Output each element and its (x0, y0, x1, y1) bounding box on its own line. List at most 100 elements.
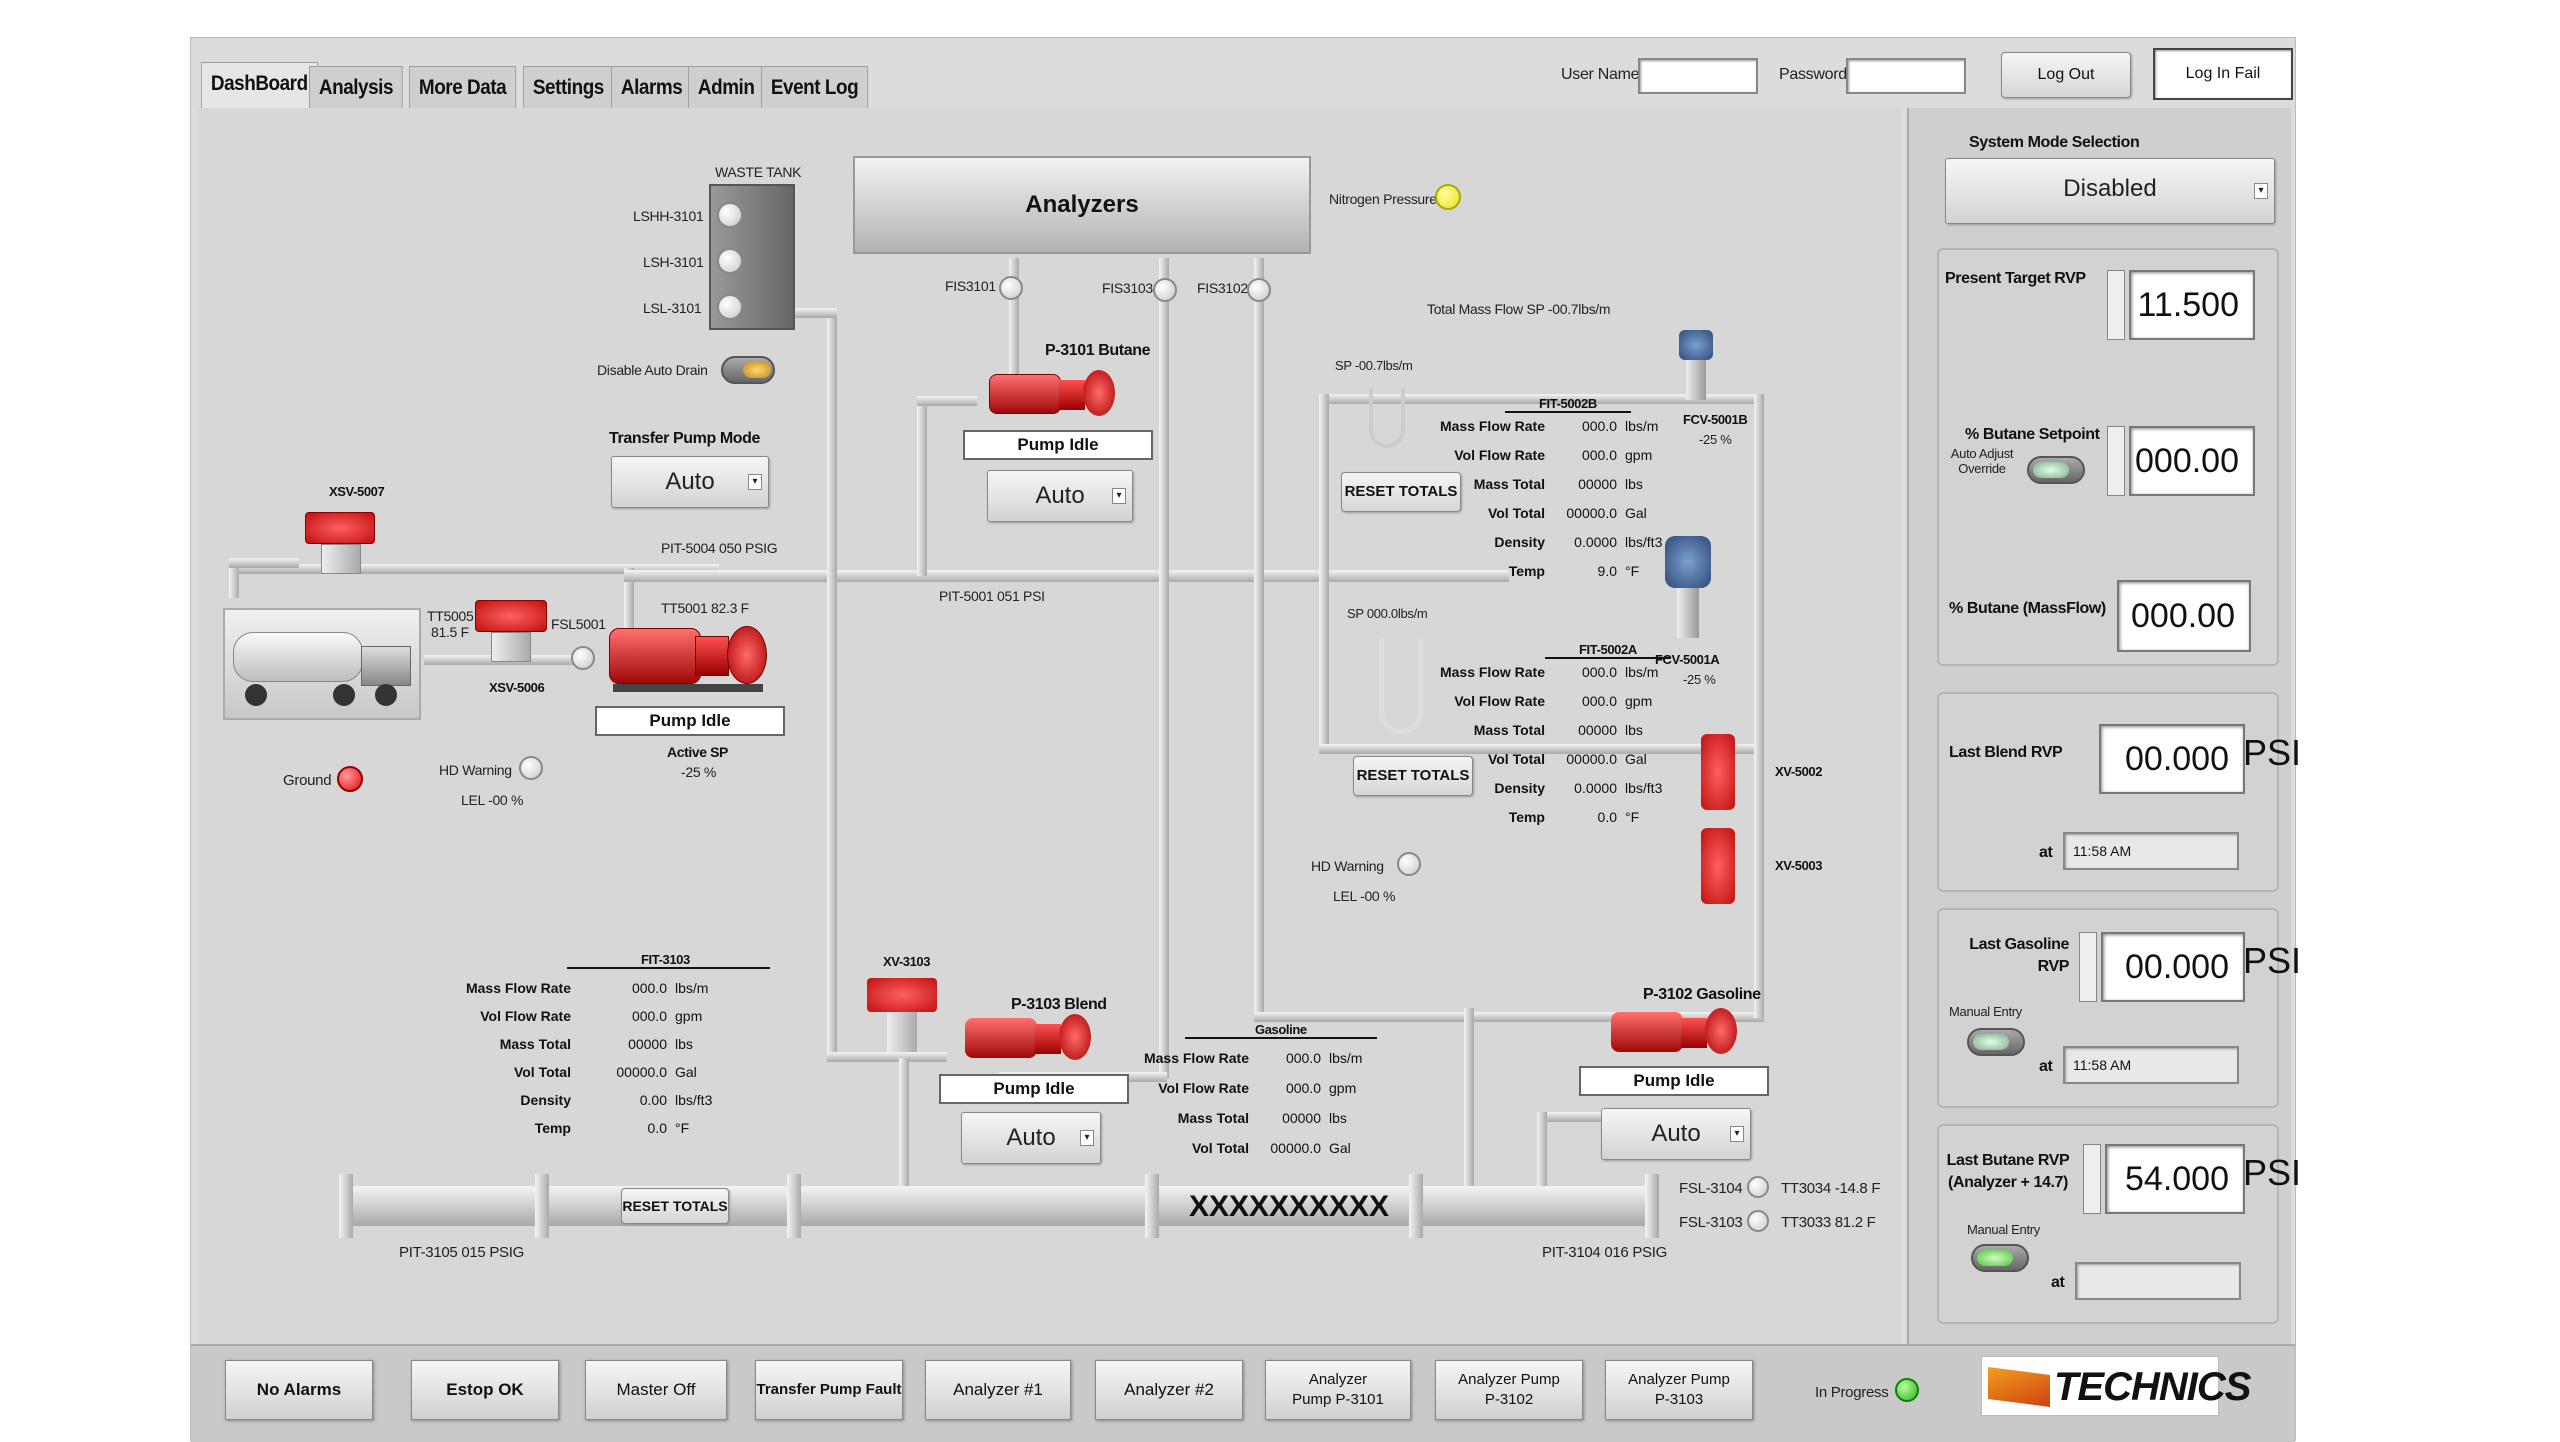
row-value: 000.0 (1581, 664, 1617, 680)
gas-manual-entry-toggle[interactable] (1967, 1028, 2025, 1056)
technics-logo-icon (1988, 1367, 2050, 1407)
tab-alarms[interactable]: Alarms (611, 66, 693, 108)
process-canvas: XXXXXXXXXX RESET TOTALS PIT-3105 015 PSI… (199, 108, 1901, 1344)
system-mode-select[interactable]: Disabled ▾ (1945, 158, 2275, 224)
fcv5001a-label: FCV-5001A (1655, 652, 1720, 667)
xv3103-valve-icon (887, 1012, 917, 1052)
lel-label: LEL -00 % (461, 792, 524, 808)
butane-setpoint-stepper[interactable] (2107, 426, 2125, 496)
row-label: Vol Flow Rate (1454, 447, 1545, 463)
header-flange-1 (339, 1174, 353, 1238)
butane-setpoint-input[interactable]: 000.00 (2129, 426, 2255, 496)
password-input[interactable] (1846, 58, 1966, 94)
no-alarms-button[interactable]: No Alarms (225, 1360, 373, 1420)
row-value: 000.0 (1581, 693, 1617, 709)
target-rvp-stepper[interactable] (2107, 270, 2125, 340)
row-value: 000.0 (631, 980, 667, 996)
pipe-fit-right (1754, 394, 1764, 774)
chevron-down-icon: ▾ (1730, 1126, 1744, 1142)
pipe-waste-down (827, 308, 837, 1058)
p3102-pump-icon[interactable] (1611, 1002, 1741, 1060)
row-value: 00000.0 (1270, 1140, 1321, 1156)
fcv5001a-actuator-icon[interactable] (1665, 536, 1711, 588)
fit5002b-meter-icon (1369, 388, 1405, 448)
last-blend-at-label: at (2039, 844, 2053, 861)
p3103-pump-icon[interactable] (965, 1008, 1095, 1066)
last-blend-label: Last Blend RVP (1949, 744, 2063, 761)
analyzer-2-button[interactable]: Analyzer #2 (1095, 1360, 1243, 1420)
tt5001-label: TT5001 82.3 F (661, 600, 749, 616)
last-gasoline-stepper[interactable] (2079, 932, 2097, 1002)
transfer-pump-icon[interactable] (609, 618, 769, 694)
tt3033-label: TT3033 81.2 F (1781, 1214, 1876, 1231)
last-butane-stepper[interactable] (2083, 1144, 2101, 1214)
fcv5001b-actuator-icon[interactable] (1679, 330, 1713, 360)
transfer-pump-fault-button[interactable]: Transfer Pump Fault (755, 1360, 903, 1420)
xv5003-actuator-icon[interactable] (1701, 828, 1735, 904)
transfer-mode-select[interactable]: Auto ▾ (611, 456, 769, 508)
table-row: Mass Total 00000 lbs (461, 1036, 693, 1052)
last-butane-input[interactable]: 54.000 (2105, 1144, 2245, 1214)
row-label: Mass Total (499, 1036, 571, 1052)
master-off-button[interactable]: Master Off (585, 1360, 727, 1420)
tab-analysis[interactable]: Analysis (309, 66, 403, 108)
lsl3101-indicator (717, 294, 743, 320)
estop-button[interactable]: Estop OK (411, 1360, 559, 1420)
pit5001-label: PIT-5001 051 PSI (939, 588, 1045, 604)
row-unit: gpm (1625, 447, 1653, 463)
xsv5006-actuator-icon[interactable] (475, 600, 547, 632)
pit3105-label: PIT-3105 015 PSIG (399, 1244, 524, 1261)
fit5002a-hd-warning-indicator (1397, 852, 1421, 876)
xsv5007-actuator-icon[interactable] (305, 512, 375, 544)
reset-totals-fit3103[interactable]: RESET TOTALS (621, 1188, 729, 1224)
xsv5006-label: XSV-5006 (489, 680, 545, 695)
p3101-mode-select[interactable]: Auto ▾ (987, 470, 1133, 522)
transfer-mode-label: Transfer Pump Mode (609, 430, 761, 447)
row-label: Vol Flow Rate (480, 1008, 571, 1024)
row-unit: Gal (675, 1064, 697, 1080)
username-input[interactable] (1638, 58, 1758, 94)
row-label: Density (520, 1092, 571, 1108)
p3103-mode-select[interactable]: Auto ▾ (961, 1112, 1101, 1164)
tab-admin[interactable]: Admin (688, 66, 765, 108)
butane-massflow-label: % Butane (MassFlow) (1949, 600, 2106, 617)
row-value: 00000 (1282, 1110, 1321, 1126)
last-gasoline-panel: Last Gasoline RVP 00.000 PSI Manual Entr… (1937, 908, 2301, 1108)
header-flange-4 (1145, 1174, 1159, 1238)
last-gasoline-at: 11:58 AM (2063, 1046, 2239, 1084)
p3101-pump-icon[interactable] (989, 364, 1119, 422)
reset-totals-fit5002b[interactable]: RESET TOTALS (1341, 472, 1461, 512)
fis3101-indicator (999, 276, 1023, 300)
analyzer-1-button[interactable]: Analyzer #1 (925, 1360, 1071, 1420)
analyzer-pump-p3103-button[interactable]: Analyzer Pump P-3103 (1605, 1360, 1753, 1420)
tab-more-data[interactable]: More Data (409, 66, 517, 108)
tab-dashboard[interactable]: DashBoard (201, 62, 318, 108)
row-label: Vol Flow Rate (1454, 693, 1545, 709)
p3102-mode-select[interactable]: Auto ▾ (1601, 1108, 1751, 1160)
row-value: 00000 (1578, 722, 1617, 738)
row-unit: lbs/ft3 (1625, 534, 1663, 550)
reset-totals-fit5002a[interactable]: RESET TOTALS (1353, 756, 1473, 796)
fis3102-label: FIS3102 (1197, 280, 1248, 296)
header-flange-6 (1645, 1174, 1659, 1238)
logout-button[interactable]: Log Out (2001, 52, 2131, 98)
table-row: Mass Flow Rate 000.0 lbs/m (1435, 418, 1658, 434)
tab-event-log[interactable]: Event Log (761, 66, 869, 108)
tab-settings[interactable]: Settings (523, 66, 614, 108)
row-unit: °F (675, 1120, 690, 1136)
last-gasoline-input[interactable]: 00.000 (2101, 932, 2245, 1002)
butane-massflow-value: 000.00 (2117, 580, 2251, 652)
table-row: Temp 0.0 °F (461, 1120, 689, 1136)
xv5002-actuator-icon[interactable] (1701, 734, 1735, 810)
disable-auto-drain-toggle[interactable] (721, 356, 775, 384)
row-label: Temp (1508, 809, 1545, 825)
xv3103-actuator-icon[interactable] (867, 978, 937, 1012)
butane-manual-entry-label: Manual Entry (1967, 1222, 2040, 1237)
row-label: Density (1494, 534, 1545, 550)
analyzer-pump-p3101-button[interactable]: Analyzer Pump P-3101 (1265, 1360, 1411, 1420)
target-rvp-input[interactable]: 11.500 (2129, 270, 2255, 340)
analyzer-pump-p3102-button[interactable]: Analyzer Pump P-3102 (1435, 1360, 1583, 1420)
system-mode-label: System Mode Selection (1969, 134, 2140, 151)
auto-adjust-toggle[interactable] (2027, 456, 2085, 484)
butane-manual-entry-toggle[interactable] (1971, 1244, 2029, 1272)
